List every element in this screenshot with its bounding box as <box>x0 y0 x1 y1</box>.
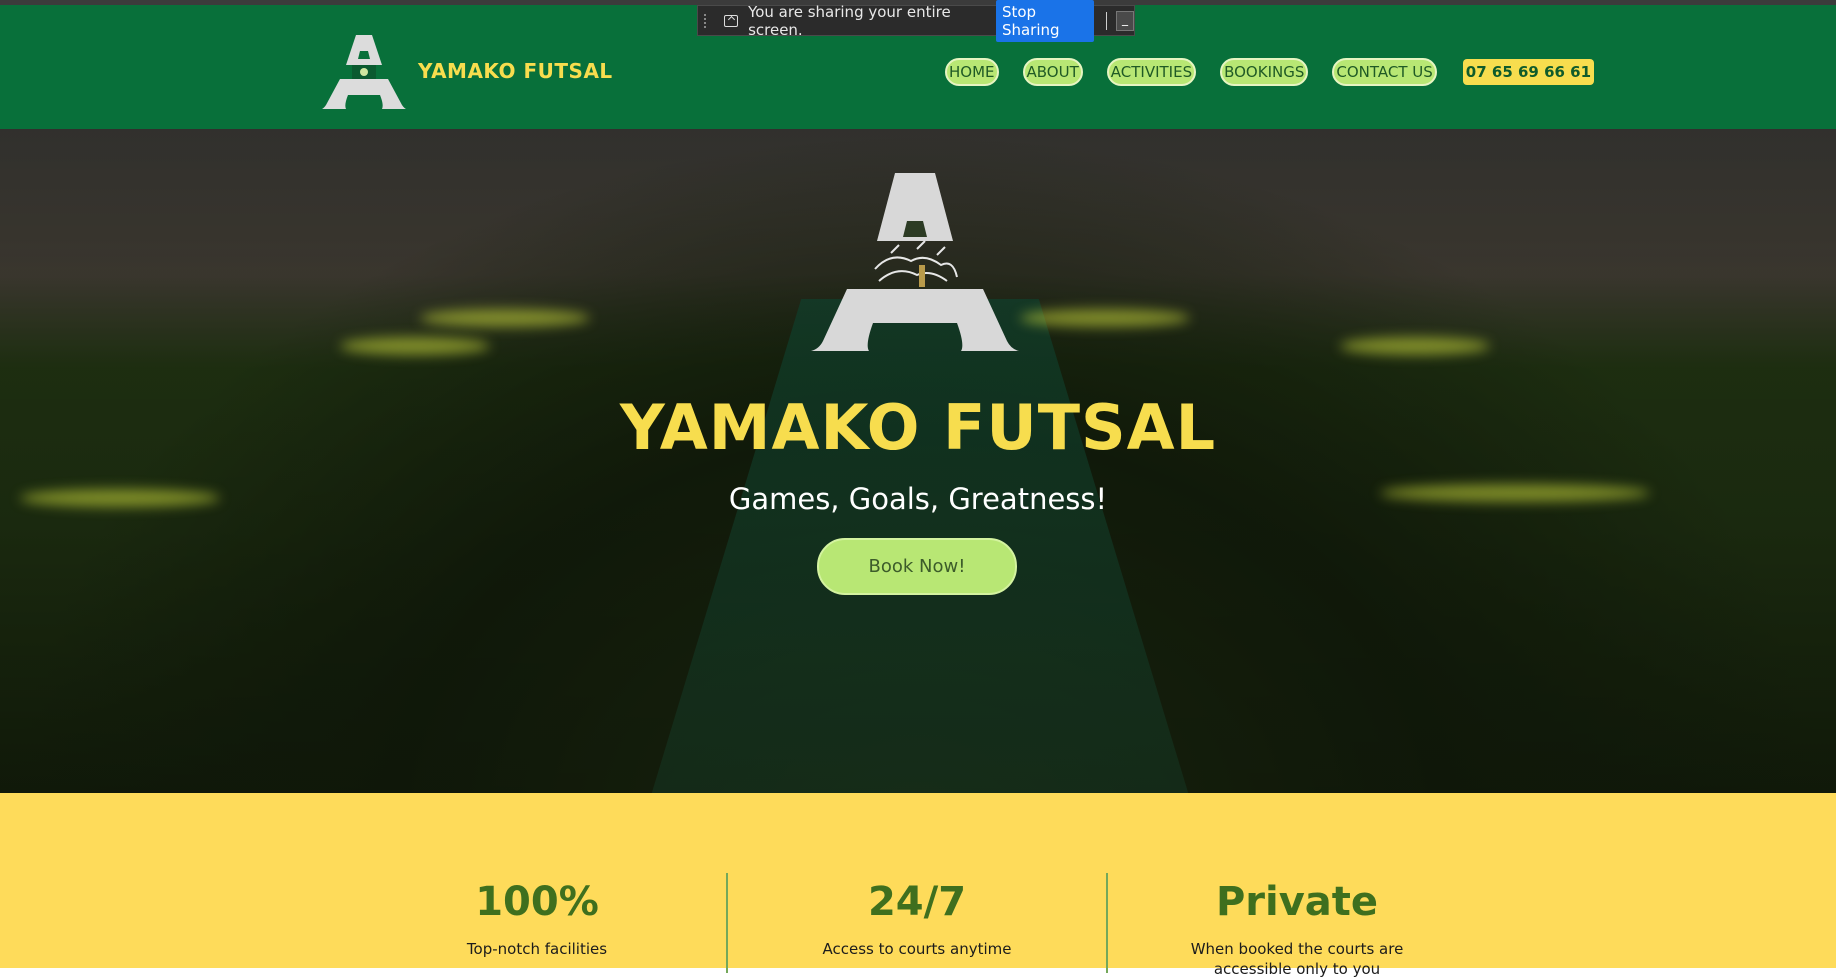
field-light <box>340 337 490 355</box>
hero-section: YAMAKO FUTSAL Games, Goals, Greatness! B… <box>0 129 1836 793</box>
stats-section: 100% Top-notch facilities 24/7 Access to… <box>0 793 1836 978</box>
stat-value: 100% <box>475 879 599 925</box>
share-screen-icon <box>723 14 739 27</box>
main-nav: HOME ABOUT ACTIVITIES BOOKINGS CONTACT U… <box>945 58 1595 86</box>
nav-home[interactable]: HOME <box>945 58 999 86</box>
field-light <box>1020 309 1190 327</box>
nav-activities[interactable]: ACTIVITIES <box>1106 58 1197 86</box>
nav-contact-us[interactable]: CONTACT US <box>1332 58 1437 86</box>
stat-description: Access to courts anytime <box>822 940 1012 958</box>
stat-facilities: 100% Top-notch facilities <box>347 879 727 959</box>
field-light <box>420 309 590 327</box>
stat-private: Private When booked the courts are acces… <box>1107 879 1487 979</box>
stat-description: When booked the courts are accessible on… <box>1190 940 1404 978</box>
screen-share-bar: You are sharing your entire screen. Stop… <box>697 0 1135 42</box>
brand[interactable]: YAMAKO FUTSAL <box>322 33 613 109</box>
nav-about[interactable]: ABOUT <box>1022 58 1083 86</box>
stat-value: 24/7 <box>867 879 967 925</box>
phone-number-link[interactable]: 07 65 69 66 61 <box>1462 59 1595 85</box>
hide-share-bar-button[interactable]: _ <box>1115 10 1134 31</box>
book-now-button[interactable]: Book Now! <box>817 538 1017 595</box>
stat-description: Top-notch facilities <box>466 940 608 958</box>
stop-sharing-button[interactable]: Stop Sharing <box>995 0 1095 42</box>
field-light <box>1340 337 1490 355</box>
hero-subtitle: Games, Goals, Greatness! <box>728 482 1108 516</box>
brand-name: YAMAKO FUTSAL <box>418 59 613 83</box>
brand-logo-icon <box>322 35 406 109</box>
drag-handle-icon[interactable] <box>704 13 710 28</box>
share-message: You are sharing your entire screen. <box>748 2 951 39</box>
hero-title: YAMAKO FUTSAL <box>619 391 1217 464</box>
nav-bookings[interactable]: BOOKINGS <box>1220 58 1309 86</box>
stat-access: 24/7 Access to courts anytime <box>727 879 1107 959</box>
share-bar-divider <box>1106 11 1107 30</box>
hero-logo-icon <box>811 173 1019 351</box>
stat-value: Private <box>1215 879 1379 925</box>
